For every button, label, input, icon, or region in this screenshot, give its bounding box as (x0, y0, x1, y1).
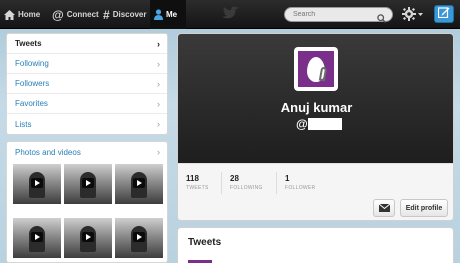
profile-name: Anuj kumar (280, 100, 353, 115)
edit-profile-button[interactable]: Edit profile (400, 199, 448, 217)
profile-nav-module: Tweets › Following › Followers › Favorit… (6, 33, 168, 135)
play-icon (82, 178, 94, 188)
stat-tweets[interactable]: 118 TWEETS (186, 174, 209, 191)
sidebar-item-label: Tweets (15, 39, 42, 48)
play-icon (31, 178, 43, 188)
tweets-count: 118 (186, 174, 199, 183)
sidebar-item-label: Followers (15, 79, 50, 88)
media-thumbnail[interactable] (115, 164, 163, 204)
search-input[interactable] (293, 11, 373, 18)
at-sign-icon: @ (52, 7, 64, 22)
divider (221, 172, 222, 194)
followers-count: 1 (285, 174, 290, 183)
media-thumbnail[interactable] (115, 218, 163, 258)
sidebar-item-followers[interactable]: Followers › (7, 74, 167, 94)
direct-message-button[interactable] (373, 199, 395, 217)
profile-card: Anuj kumar @ 118 TWEETS 28 FOLLOWING 1 F… (177, 33, 454, 221)
media-thumbnail[interactable] (64, 164, 112, 204)
chevron-right-icon: › (157, 78, 160, 89)
play-icon (133, 232, 145, 242)
tweets-timeline: Tweets (177, 227, 454, 263)
sidebar-item-following[interactable]: Following › (7, 54, 167, 74)
ribbon-icon (318, 66, 328, 82)
chevron-right-icon: › (157, 58, 160, 69)
profile-stats: 118 TWEETS 28 FOLLOWING 1 FOLLOWER Edit … (178, 163, 453, 220)
following-label: FOLLOWING (230, 185, 263, 191)
envelope-icon (378, 199, 390, 217)
play-icon (31, 232, 43, 242)
chevron-right-icon: › (157, 98, 160, 109)
media-thumbnail[interactable] (13, 218, 61, 258)
chevron-right-icon: › (157, 38, 160, 49)
nav-discover[interactable]: # Discover (103, 0, 146, 29)
avatar[interactable] (294, 47, 338, 91)
nav-me[interactable]: Me (150, 0, 186, 29)
sidebar-item-lists[interactable]: Lists › (7, 114, 167, 134)
chevron-right-icon: › (157, 119, 160, 129)
person-icon (154, 9, 163, 20)
sidebar-item-label: Favorites (15, 99, 48, 108)
media-thumbnail[interactable] (13, 164, 61, 204)
nav-home[interactable]: Home (4, 0, 40, 29)
stat-following[interactable]: 28 FOLLOWING (230, 174, 263, 191)
compose-icon (437, 5, 450, 23)
sidebar-item-label: Lists (15, 119, 32, 129)
photos-videos-header[interactable]: Photos and videos › (7, 142, 167, 162)
play-icon (133, 178, 145, 188)
nav-home-label: Home (18, 10, 41, 19)
nav-connect[interactable]: @ Connect (52, 0, 99, 29)
twitter-bird-icon (222, 6, 240, 26)
timeline-title: Tweets (188, 237, 222, 248)
media-thumbnail[interactable] (64, 218, 112, 258)
nav-me-label: Me (166, 10, 178, 19)
divider (276, 172, 277, 194)
top-navigation-bar: Home @ Connect # Discover Me (0, 0, 460, 29)
compose-tweet-button[interactable] (434, 5, 454, 23)
nav-connect-label: Connect (66, 10, 99, 19)
chevron-right-icon: › (157, 147, 160, 157)
tweets-label: TWEETS (186, 185, 209, 191)
profile-header: Anuj kumar @ (178, 34, 453, 163)
sidebar-item-label: Following (15, 59, 49, 68)
redacted-handle (308, 118, 342, 130)
profile-handle: @ (296, 117, 308, 131)
hashtag-icon: # (103, 7, 110, 22)
following-count: 28 (230, 174, 239, 183)
followers-label: FOLLOWER (285, 185, 316, 191)
stat-followers[interactable]: 1 FOLLOWER (285, 174, 315, 191)
gear-icon[interactable] (402, 7, 424, 26)
sidebar-item-tweets[interactable]: Tweets › (7, 34, 167, 54)
search-field[interactable] (284, 7, 393, 23)
photos-videos-module: Photos and videos › (6, 141, 168, 263)
sidebar-item-favorites[interactable]: Favorites › (7, 94, 167, 114)
play-icon (82, 232, 94, 242)
home-icon (4, 9, 15, 20)
photos-videos-title: Photos and videos (15, 147, 81, 157)
search-icon[interactable] (377, 10, 386, 28)
nav-discover-label: Discover (112, 10, 147, 19)
